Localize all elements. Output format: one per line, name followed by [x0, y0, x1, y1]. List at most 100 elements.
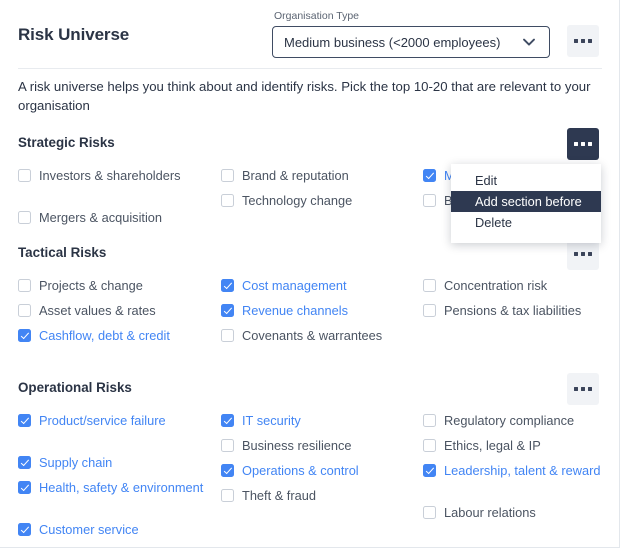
checkbox-unchecked-icon[interactable] [221, 194, 234, 207]
risk-checkbox-item[interactable]: Operations & control [221, 462, 407, 479]
intro-text: A risk universe helps you think about an… [18, 79, 591, 113]
checkbox-unchecked-icon[interactable] [423, 279, 436, 292]
risk-checkbox-item[interactable]: Labour relations [423, 504, 609, 521]
risk-checkbox-label: IT security [242, 413, 301, 428]
organisation-type-label: Organisation Type [274, 10, 360, 22]
risk-checkbox-label: Revenue channels [242, 303, 349, 318]
section-header: Strategic Risks [0, 128, 619, 160]
risk-checkbox-label: Cost management [242, 278, 347, 293]
risk-checkbox-item[interactable]: Concentration risk [423, 277, 609, 294]
checkbox-unchecked-icon[interactable] [423, 506, 436, 519]
checkbox-unchecked-icon[interactable] [18, 279, 31, 292]
context-menu-item[interactable]: Delete [451, 212, 601, 233]
section-title: Operational Risks [18, 380, 132, 395]
risk-checkbox-item[interactable]: Customer service [18, 521, 204, 538]
checkbox-checked-icon[interactable] [221, 304, 234, 317]
kebab-dot [588, 142, 592, 146]
kebab-dot [581, 387, 585, 391]
risk-checkbox-item[interactable]: Product/service failure [18, 412, 204, 429]
risk-checkbox-label: Technology change [242, 193, 353, 208]
header-divider [18, 68, 602, 69]
kebab-dot [588, 387, 592, 391]
checkbox-checked-icon[interactable] [18, 481, 31, 494]
risk-checkbox-label: Cashflow, debt & credit [39, 328, 170, 343]
checkbox-checked-icon[interactable] [18, 414, 31, 427]
checkbox-checked-icon[interactable] [18, 523, 31, 536]
risk-checkbox-label: Investors & shareholders [39, 168, 181, 183]
risk-checkbox-item[interactable]: Business resilience [221, 437, 407, 454]
risk-checkbox-label: Business resilience [242, 438, 352, 453]
organisation-type-value: Medium business (<2000 employees) [284, 34, 501, 50]
checkbox-checked-icon[interactable] [423, 169, 436, 182]
kebab-dot [574, 39, 578, 43]
checkbox-unchecked-icon[interactable] [423, 439, 436, 452]
risk-checkbox-item[interactable]: Theft & fraud [221, 487, 407, 504]
risk-checkbox-item[interactable]: Supply chain [18, 454, 204, 471]
risk-checkbox-item[interactable]: Mergers & acquisition [18, 209, 204, 226]
risk-checkbox-item[interactable]: Pensions & tax liabilities [423, 302, 609, 319]
risk-section: Operational Risks Product/service failure… [0, 373, 619, 546]
checkbox-checked-icon[interactable] [423, 464, 436, 477]
kebab-dot [574, 252, 578, 256]
risk-universe-page: Risk Universe Organisation Type Medium b… [0, 0, 620, 548]
risk-checkbox-label: Supply chain [39, 455, 113, 470]
risk-checkbox-grid: Product/service failure Supply chain Healt… [0, 412, 619, 546]
risk-checkbox-item[interactable]: Covenants & warrantees [221, 327, 407, 344]
risk-checkbox-item[interactable]: Projects & change [18, 277, 204, 294]
risk-checkbox-label: Concentration risk [444, 278, 548, 293]
risk-checkbox-label: Projects & change [39, 278, 143, 293]
checkbox-unchecked-icon[interactable] [221, 439, 234, 452]
checkbox-unchecked-icon[interactable] [18, 169, 31, 182]
context-menu-item[interactable]: Edit [451, 170, 601, 191]
page-header: Risk Universe Organisation Type Medium b… [0, 0, 619, 68]
chevron-down-icon [517, 30, 541, 54]
checkbox-unchecked-icon[interactable] [423, 414, 436, 427]
checkbox-checked-icon[interactable] [18, 456, 31, 469]
organisation-type-select[interactable]: Medium business (<2000 employees) [272, 26, 550, 58]
risk-checkbox-item[interactable]: Health, safety & environment [18, 479, 204, 496]
checkbox-checked-icon[interactable] [18, 329, 31, 342]
checkbox-checked-icon[interactable] [221, 464, 234, 477]
risk-checkbox-item[interactable]: Investors & shareholders [18, 167, 204, 184]
risk-checkbox-item[interactable]: Brand & reputation [221, 167, 407, 184]
risk-checkbox-item[interactable]: Ethics, legal & IP [423, 437, 609, 454]
section-options-button[interactable] [567, 128, 599, 160]
risk-checkbox-item[interactable]: Revenue channels [221, 302, 407, 319]
checkbox-checked-icon[interactable] [221, 414, 234, 427]
kebab-dot [574, 142, 578, 146]
risk-checkbox-label: Labour relations [444, 505, 536, 520]
risk-checkbox-item[interactable]: Cashflow, debt & credit [18, 327, 204, 344]
risk-checkbox-label: Regulatory compliance [444, 413, 575, 428]
kebab-dot [581, 39, 585, 43]
checkbox-unchecked-icon[interactable] [221, 329, 234, 342]
risk-checkbox-label: Covenants & warrantees [242, 328, 383, 343]
page-title: Risk Universe [18, 25, 130, 44]
checkbox-unchecked-icon[interactable] [18, 211, 31, 224]
risk-checkbox-item[interactable]: IT security [221, 412, 407, 429]
checkbox-unchecked-icon[interactable] [221, 489, 234, 502]
kebab-dot [588, 252, 592, 256]
risk-checkbox-item[interactable]: Cost management [221, 277, 407, 294]
kebab-dot [581, 142, 585, 146]
checkbox-unchecked-icon[interactable] [423, 194, 436, 207]
checkbox-unchecked-icon[interactable] [423, 304, 436, 317]
risk-checkbox-label: Health, safety & environment [39, 480, 204, 495]
section-options-button[interactable] [567, 373, 599, 405]
organisation-type-field: Organisation Type Medium business (<2000… [272, 10, 550, 58]
page-options-button[interactable] [567, 25, 599, 57]
risk-checkbox-label: Mergers & acquisition [39, 210, 163, 225]
checkbox-unchecked-icon[interactable] [221, 169, 234, 182]
risk-checkbox-item[interactable]: Leadership, talent & reward [423, 462, 609, 479]
risk-checkbox-label: Ethics, legal & IP [444, 438, 541, 453]
risk-checkbox-item[interactable]: Technology change [221, 192, 407, 209]
context-menu-item[interactable]: Add section before [451, 191, 601, 212]
risk-checkbox-label: Pensions & tax liabilities [444, 303, 582, 318]
risk-checkbox-label: Operations & control [242, 463, 359, 478]
checkbox-unchecked-icon[interactable] [18, 304, 31, 317]
risk-checkbox-item[interactable]: Regulatory compliance [423, 412, 609, 429]
checkbox-checked-icon[interactable] [221, 279, 234, 292]
risk-checkbox-item[interactable]: Asset values & rates [18, 302, 204, 319]
section-context-menu[interactable]: Edit Add section before Delete [451, 164, 601, 243]
section-title: Tactical Risks [18, 245, 107, 260]
risk-checkbox-label: Brand & reputation [242, 168, 349, 183]
